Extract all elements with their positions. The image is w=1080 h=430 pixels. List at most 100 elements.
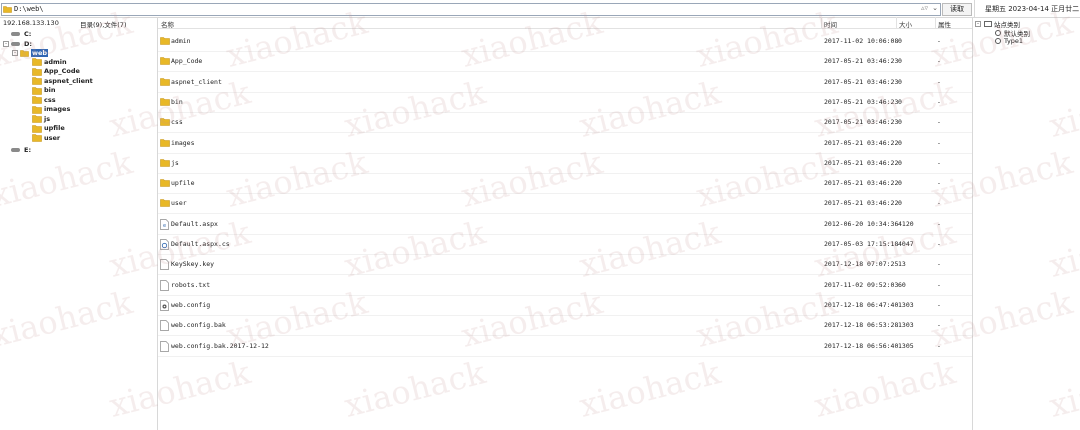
file-time: 2017-05-21 03:46:23 bbox=[824, 118, 899, 127]
folder-icon bbox=[160, 117, 170, 128]
table-row[interactable]: Default.aspx.cs 2017-05-03 17:15:18 4047 - bbox=[158, 234, 972, 255]
folder-icon bbox=[3, 6, 12, 13]
file-attr: - bbox=[937, 77, 941, 86]
collapse-icon[interactable]: - bbox=[3, 40, 9, 47]
table-row[interactable]: web.config 2017-12-18 06:47:40 1303 - bbox=[158, 295, 972, 316]
tree-subfolder-upfile[interactable]: upfile bbox=[32, 124, 65, 133]
file-name[interactable]: js bbox=[171, 159, 179, 167]
file-size: 0 bbox=[898, 97, 902, 106]
file-name[interactable]: robots.txt bbox=[171, 281, 210, 289]
file-name[interactable]: web.config.bak.2017-12-12 bbox=[171, 342, 269, 350]
folder-open-icon bbox=[20, 49, 29, 57]
path-input[interactable]: D:\web\ ▵▿ ⌄ bbox=[1, 3, 941, 16]
tree-drive-e[interactable]: E: bbox=[11, 145, 31, 154]
file-time: 2017-12-18 07:07:25 bbox=[824, 260, 899, 269]
table-row[interactable]: aspnet_client 2017-05-21 03:46:23 0 - bbox=[158, 72, 972, 93]
collapse-icon[interactable]: - bbox=[12, 49, 18, 56]
table-row[interactable]: web.config.bak.2017-12-12 2017-12-18 06:5… bbox=[158, 336, 972, 357]
tree-subfolder-bin[interactable]: bin bbox=[32, 86, 56, 95]
folder-icon bbox=[32, 57, 42, 66]
aspx-file-icon: e bbox=[160, 218, 169, 232]
file-name[interactable]: App_Code bbox=[171, 57, 202, 65]
tree-subfolder-aspnet-client[interactable]: aspnet_client bbox=[32, 76, 93, 85]
file-attr: - bbox=[937, 240, 941, 248]
tree-subfolder-js[interactable]: js bbox=[32, 114, 50, 123]
file-attr: - bbox=[937, 57, 941, 66]
file-name[interactable]: admin bbox=[171, 37, 191, 45]
file-time: 2017-11-02 10:06:08 bbox=[824, 37, 899, 45]
folder-icon bbox=[32, 67, 42, 76]
folder-icon bbox=[160, 198, 170, 209]
file-name[interactable]: Default.aspx bbox=[171, 220, 218, 228]
table-row[interactable]: upfile 2017-05-21 03:46:22 0 - bbox=[158, 173, 972, 195]
tree-subfolder-label: bin bbox=[44, 86, 56, 94]
column-header-time[interactable]: 时间 bbox=[824, 19, 837, 29]
file-name[interactable]: Default.aspx.cs bbox=[171, 240, 230, 248]
tree-subfolder-label: admin bbox=[44, 57, 67, 66]
file-name[interactable]: css bbox=[171, 118, 183, 126]
clear-icon[interactable]: ▵▿ bbox=[921, 4, 928, 12]
file-size: 0 bbox=[898, 118, 902, 127]
file-attr: - bbox=[937, 138, 941, 147]
column-divider[interactable] bbox=[896, 17, 897, 28]
tree-folder-web[interactable]: - web bbox=[12, 48, 49, 57]
collapse-icon[interactable]: - bbox=[975, 21, 981, 27]
column-header-size[interactable]: 大小 bbox=[899, 19, 912, 29]
table-row[interactable]: bin 2017-05-21 03:46:23 0 - bbox=[158, 92, 972, 113]
table-row[interactable]: KeySkey.key 2017-12-18 07:07:25 13 - bbox=[158, 254, 972, 276]
server-ip: 192.168.133.130 bbox=[3, 19, 59, 27]
table-row[interactable]: admin 2017-11-02 10:06:08 0 - bbox=[158, 31, 972, 52]
file-name[interactable]: images bbox=[171, 139, 194, 147]
file-time: 2017-11-02 09:52:03 bbox=[824, 280, 899, 289]
table-row[interactable]: js 2017-05-21 03:46:22 0 - bbox=[158, 153, 972, 174]
tree-drive-d[interactable]: - D: bbox=[3, 39, 32, 48]
column-divider[interactable] bbox=[935, 17, 936, 28]
tree-subfolder-label: css bbox=[44, 95, 56, 104]
cs-file-icon bbox=[160, 239, 169, 252]
tree-subfolder-images[interactable]: images bbox=[32, 105, 70, 114]
tree-subfolder-label: user bbox=[44, 133, 61, 142]
tree-drive-c[interactable]: C: bbox=[11, 29, 31, 38]
file-name[interactable]: web.config bbox=[171, 301, 210, 309]
tree-subfolder-admin[interactable]: admin bbox=[32, 57, 67, 66]
tree-subfolder-user[interactable]: user bbox=[32, 133, 60, 142]
table-row[interactable]: css 2017-05-21 03:46:23 0 - bbox=[158, 112, 972, 134]
table-row[interactable]: e Default.aspx 2012-06-20 10:34:36 4120 - bbox=[158, 214, 972, 235]
table-row[interactable]: user 2017-05-21 03:46:22 0 - bbox=[158, 193, 972, 215]
file-name[interactable]: web.config.bak bbox=[171, 321, 226, 329]
radio-icon[interactable] bbox=[995, 38, 1001, 44]
radio-icon[interactable] bbox=[995, 30, 1001, 36]
file-time: 2017-05-03 17:15:18 bbox=[824, 240, 899, 248]
folder-icon bbox=[160, 138, 170, 149]
read-button[interactable]: 读取 bbox=[942, 3, 972, 16]
file-name[interactable]: KeySkey.key bbox=[171, 260, 214, 268]
file-time: 2017-05-21 03:46:22 bbox=[824, 199, 899, 208]
file-size: 1305 bbox=[898, 341, 914, 350]
column-header-attr[interactable]: 属性 bbox=[938, 19, 951, 29]
file-size: 0 bbox=[898, 199, 902, 208]
tree-subfolder-css[interactable]: css bbox=[32, 95, 56, 104]
folder-icon bbox=[160, 56, 170, 67]
file-time: 2017-05-21 03:46:22 bbox=[824, 138, 899, 147]
chevron-down-icon[interactable]: ⌄ bbox=[932, 4, 938, 12]
file-name[interactable]: aspnet_client bbox=[171, 78, 222, 86]
column-header-name[interactable]: 名称 bbox=[161, 19, 174, 29]
file-size: 0 bbox=[898, 37, 902, 45]
file-time: 2017-12-18 06:56:40 bbox=[824, 341, 899, 350]
table-row[interactable]: robots.txt 2017-11-02 09:52:03 60 - bbox=[158, 275, 972, 296]
file-name[interactable]: user bbox=[171, 199, 187, 207]
site-category-item-type1[interactable]: Type1 bbox=[995, 37, 1023, 45]
table-row[interactable]: web.config.bak 2017-12-18 06:53:28 1303 - bbox=[158, 315, 972, 337]
tree-subfolder-app-code[interactable]: App_Code bbox=[32, 67, 80, 76]
tree-subfolder-label: upfile bbox=[44, 124, 65, 132]
file-name[interactable]: bin bbox=[171, 98, 183, 106]
table-row[interactable]: images 2017-05-21 03:46:22 0 - bbox=[158, 133, 972, 154]
file-size: 1303 bbox=[898, 321, 914, 330]
path-text: D:\web\ bbox=[14, 5, 44, 13]
file-time: 2017-05-21 03:46:23 bbox=[824, 77, 899, 86]
file-name[interactable]: upfile bbox=[171, 179, 194, 187]
dir-file-counts: 目录(9),文件(7) bbox=[80, 21, 127, 29]
table-row[interactable]: App_Code 2017-05-21 03:46:23 0 - bbox=[158, 51, 972, 73]
column-divider[interactable] bbox=[821, 17, 822, 28]
file-size: 0 bbox=[898, 179, 902, 188]
